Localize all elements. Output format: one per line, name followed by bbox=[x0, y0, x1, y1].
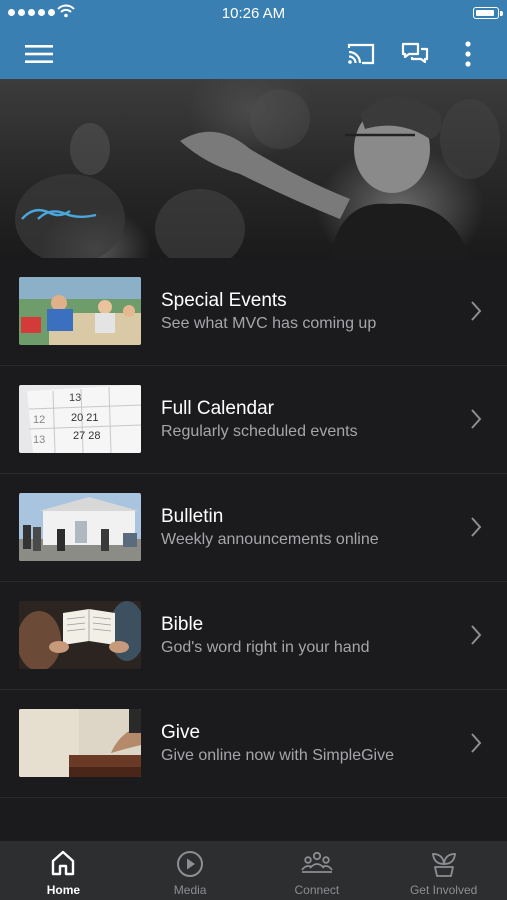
tab-get-involved[interactable]: Get Involved bbox=[380, 841, 507, 900]
list-item-subtitle: God's word right in your hand bbox=[161, 639, 370, 656]
home-icon bbox=[52, 850, 75, 876]
bible-thumbnail bbox=[19, 601, 141, 669]
list-item-subtitle: Regularly scheduled events bbox=[161, 423, 358, 440]
bottom-tab-bar: Home Media Connect Get Involved bbox=[0, 841, 507, 900]
chevron-right-icon bbox=[471, 517, 482, 537]
status-time: 10:26 AM bbox=[221, 5, 286, 22]
church-logo-icon bbox=[21, 208, 97, 220]
tab-label: Home bbox=[46, 883, 81, 897]
list-item-title: Special Events bbox=[161, 290, 287, 311]
tab-label: Media bbox=[173, 883, 207, 897]
more-vertical-icon bbox=[465, 40, 471, 67]
app-bar bbox=[0, 28, 507, 79]
list-item-special-events[interactable]: Special Events See what MVC has coming u… bbox=[0, 258, 507, 366]
battery-icon bbox=[473, 7, 503, 19]
cast-button[interactable] bbox=[340, 28, 382, 79]
list-item-bulletin[interactable]: Bulletin Weekly announcements online bbox=[0, 474, 507, 582]
svg-text:12: 12 bbox=[33, 414, 45, 426]
list-item-title: Bible bbox=[161, 614, 204, 635]
list-item-full-calendar[interactable]: 13 20 21 27 28 12 13 Full Calendar Regul… bbox=[0, 366, 507, 474]
chevron-right-icon bbox=[471, 625, 482, 645]
chat-bubbles-icon bbox=[401, 42, 429, 63]
menu-button[interactable] bbox=[18, 28, 60, 79]
list-item-title: Give bbox=[161, 722, 201, 743]
svg-text:27 28: 27 28 bbox=[73, 430, 101, 442]
chevron-right-icon bbox=[471, 301, 482, 321]
more-options-button[interactable] bbox=[450, 28, 486, 79]
hamburger-icon bbox=[25, 44, 53, 63]
list-item-give[interactable]: Give Give online now with SimpleGive bbox=[0, 690, 507, 798]
bulletin-thumbnail bbox=[19, 493, 141, 561]
hero-banner bbox=[0, 79, 507, 258]
list-item-title: Bulletin bbox=[161, 506, 224, 527]
tab-label: Get Involved bbox=[409, 883, 478, 897]
list-item-subtitle: See what MVC has coming up bbox=[161, 315, 377, 332]
chat-button[interactable] bbox=[394, 28, 436, 79]
give-thumbnail bbox=[19, 709, 141, 777]
tab-home[interactable]: Home bbox=[0, 841, 127, 900]
list-item-bible[interactable]: Bible God's word right in your hand bbox=[0, 582, 507, 690]
special-events-thumbnail bbox=[19, 277, 141, 345]
list-item-subtitle: Weekly announcements online bbox=[161, 531, 379, 548]
svg-text:13: 13 bbox=[33, 434, 45, 446]
svg-text:20 21: 20 21 bbox=[71, 412, 99, 424]
tab-label: Connect bbox=[294, 883, 340, 897]
list-item-subtitle: Give online now with SimpleGive bbox=[161, 747, 394, 764]
people-icon bbox=[301, 851, 333, 873]
tab-connect[interactable]: Connect bbox=[254, 841, 381, 900]
chevron-right-icon bbox=[471, 733, 482, 753]
hero-photo bbox=[15, 89, 500, 258]
svg-text:13: 13 bbox=[69, 392, 81, 404]
status-bar: 10:26 AM bbox=[0, 0, 507, 28]
chevron-right-icon bbox=[471, 409, 482, 429]
menu-list: Special Events See what MVC has coming u… bbox=[0, 258, 507, 798]
play-circle-icon bbox=[177, 851, 204, 877]
sprout-icon bbox=[431, 853, 456, 877]
tab-media[interactable]: Media bbox=[127, 841, 254, 900]
cast-icon bbox=[347, 43, 375, 64]
full-calendar-thumbnail: 13 20 21 27 28 12 13 bbox=[19, 385, 141, 453]
list-item-title: Full Calendar bbox=[161, 398, 274, 419]
